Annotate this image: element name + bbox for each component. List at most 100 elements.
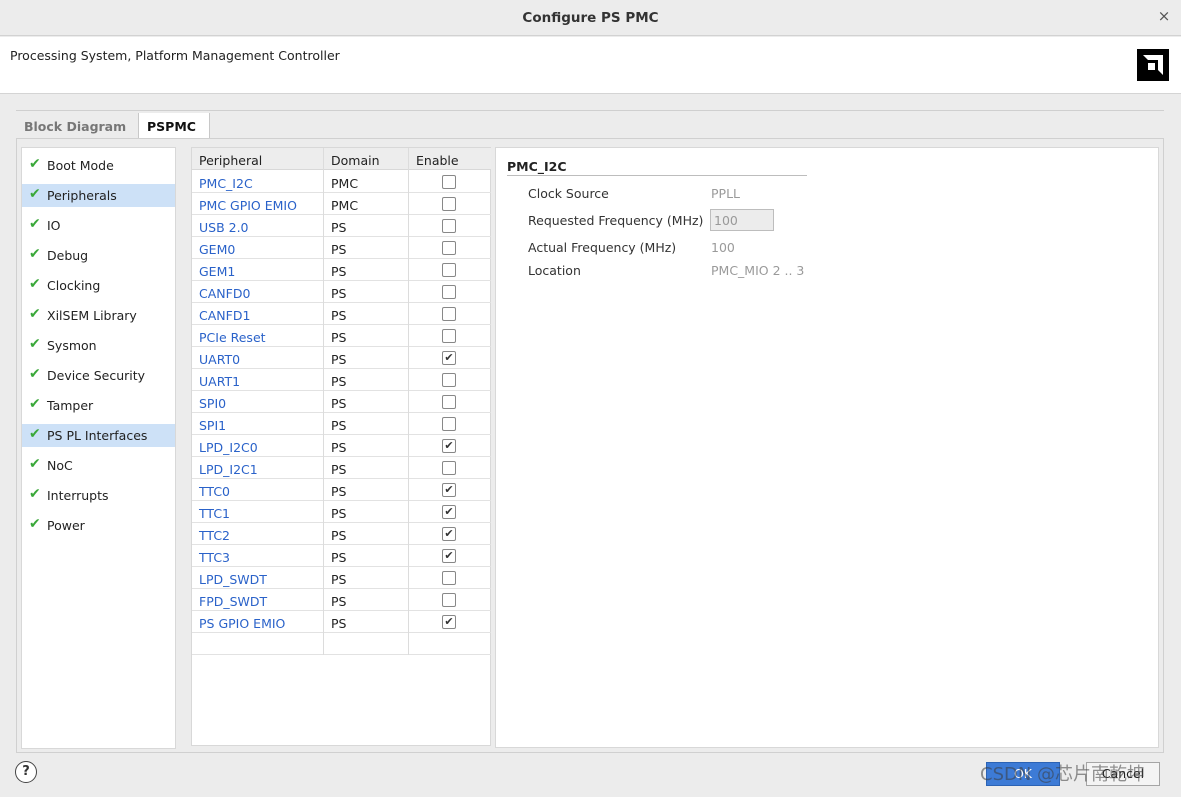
sidebar-item-clocking[interactable]: ✔ Clocking xyxy=(22,274,175,297)
table-row[interactable]: GEM0 PS xyxy=(192,237,491,259)
sidebar-item-debug[interactable]: ✔ Debug xyxy=(22,244,175,267)
sidebar-item-peripherals[interactable]: ✔ Peripherals xyxy=(22,184,175,207)
enable-checkbox[interactable] xyxy=(442,197,456,211)
peripheral-name[interactable]: LPD_I2C1 xyxy=(199,462,258,477)
domain-value: PS xyxy=(331,330,347,345)
enable-checkbox[interactable] xyxy=(442,417,456,431)
peripheral-name[interactable]: UART0 xyxy=(199,352,240,367)
enable-checkbox[interactable]: ✔ xyxy=(442,615,456,629)
sidebar-item-sysmon[interactable]: ✔ Sysmon xyxy=(22,334,175,357)
detail-divider xyxy=(507,175,807,176)
domain-value: PS xyxy=(331,286,347,301)
column-header-peripheral[interactable]: Peripheral xyxy=(199,153,262,168)
sidebar-item-power[interactable]: ✔ Power xyxy=(22,514,175,537)
peripheral-name[interactable]: TTC2 xyxy=(199,528,230,543)
check-icon: ✔ xyxy=(29,336,41,352)
table-row[interactable]: PMC_I2C PMC xyxy=(192,171,491,193)
table-row[interactable]: TTC2 PS ✔ xyxy=(192,523,491,545)
domain-value: PS xyxy=(331,308,347,323)
cancel-button[interactable]: Cancel xyxy=(1086,762,1160,786)
enable-checkbox[interactable]: ✔ xyxy=(442,549,456,563)
enable-checkbox[interactable]: ✔ xyxy=(442,527,456,541)
enable-checkbox[interactable] xyxy=(442,395,456,409)
table-row[interactable]: UART1 PS xyxy=(192,369,491,391)
table-row[interactable]: USB 2.0 PS xyxy=(192,215,491,237)
sidebar-item-label: NoC xyxy=(47,458,73,473)
enable-checkbox[interactable]: ✔ xyxy=(442,483,456,497)
sidebar-item-interrupts[interactable]: ✔ Interrupts xyxy=(22,484,175,507)
peripheral-name[interactable]: LPD_SWDT xyxy=(199,572,267,587)
table-row[interactable]: TTC1 PS ✔ xyxy=(192,501,491,523)
peripheral-name[interactable]: USB 2.0 xyxy=(199,220,249,235)
enable-checkbox[interactable] xyxy=(442,593,456,607)
tab-pspmc[interactable]: PSPMC xyxy=(138,113,210,140)
table-row[interactable]: LPD_I2C0 PS ✔ xyxy=(192,435,491,457)
peripheral-name[interactable]: TTC0 xyxy=(199,484,230,499)
enable-checkbox[interactable] xyxy=(442,263,456,277)
peripheral-name[interactable]: LPD_I2C0 xyxy=(199,440,258,455)
peripheral-name[interactable]: GEM0 xyxy=(199,242,235,257)
enable-checkbox[interactable] xyxy=(442,329,456,343)
sidebar-item-noc[interactable]: ✔ NoC xyxy=(22,454,175,477)
sidebar-item-label: Interrupts xyxy=(47,488,109,503)
peripheral-name[interactable]: PMC GPIO EMIO xyxy=(199,198,297,213)
sidebar-item-boot-mode[interactable]: ✔ Boot Mode xyxy=(22,154,175,177)
enable-checkbox[interactable] xyxy=(442,373,456,387)
sidebar-item-tamper[interactable]: ✔ Tamper xyxy=(22,394,175,417)
table-row[interactable]: PCIe Reset PS xyxy=(192,325,491,347)
sidebar-item-xilsem-library[interactable]: ✔ XilSEM Library xyxy=(22,304,175,327)
table-row[interactable]: UART0 PS ✔ xyxy=(192,347,491,369)
enable-checkbox[interactable] xyxy=(442,307,456,321)
table-row[interactable]: PMC GPIO EMIO PMC xyxy=(192,193,491,215)
peripheral-name[interactable]: CANFD1 xyxy=(199,308,250,323)
table-row[interactable]: LPD_I2C1 PS xyxy=(192,457,491,479)
sidebar-item-io[interactable]: ✔ IO xyxy=(22,214,175,237)
column-header-enable[interactable]: Enable xyxy=(416,153,459,168)
peripheral-name[interactable]: CANFD0 xyxy=(199,286,250,301)
peripheral-name[interactable]: TTC1 xyxy=(199,506,230,521)
peripheral-name[interactable]: GEM1 xyxy=(199,264,235,279)
table-row[interactable]: TTC0 PS ✔ xyxy=(192,479,491,501)
peripheral-name[interactable]: SPI0 xyxy=(199,396,226,411)
table-row[interactable]: SPI1 PS xyxy=(192,413,491,435)
ok-button[interactable]: OK xyxy=(986,762,1060,786)
sidebar-nav: ✔ Boot Mode ✔ Peripherals ✔ IO ✔ Debug ✔ Clocking… xyxy=(21,147,176,749)
table-row[interactable]: CANFD0 PS xyxy=(192,281,491,303)
help-icon[interactable]: ? xyxy=(15,761,37,783)
peripheral-name[interactable]: PMC_I2C xyxy=(199,176,253,191)
table-row[interactable]: TTC3 PS ✔ xyxy=(192,545,491,567)
enable-checkbox[interactable]: ✔ xyxy=(442,505,456,519)
sidebar-item-label: Tamper xyxy=(47,398,94,413)
table-row[interactable]: CANFD1 PS xyxy=(192,303,491,325)
enable-checkbox[interactable]: ✔ xyxy=(442,439,456,453)
requested-frequency-input[interactable]: 100 xyxy=(710,209,774,231)
table-row[interactable]: LPD_SWDT PS xyxy=(192,567,491,589)
peripheral-name[interactable]: PS GPIO EMIO xyxy=(199,616,285,631)
peripheral-name[interactable]: TTC3 xyxy=(199,550,230,565)
check-icon: ✔ xyxy=(29,456,41,472)
enable-checkbox[interactable] xyxy=(442,175,456,189)
enable-checkbox[interactable] xyxy=(442,219,456,233)
domain-value: PS xyxy=(331,550,347,565)
sidebar-item-label: Clocking xyxy=(47,278,101,293)
tab-block-diagram[interactable]: Block Diagram xyxy=(16,113,140,140)
table-row[interactable]: SPI0 PS xyxy=(192,391,491,413)
enable-checkbox[interactable] xyxy=(442,461,456,475)
sidebar-item-device-security[interactable]: ✔ Device Security xyxy=(22,364,175,387)
sidebar-item-ps-pl-interfaces[interactable]: ✔ PS PL Interfaces xyxy=(22,424,175,447)
table-row[interactable]: GEM1 PS xyxy=(192,259,491,281)
peripheral-name[interactable]: UART1 xyxy=(199,374,240,389)
enable-checkbox[interactable] xyxy=(442,241,456,255)
enable-checkbox[interactable]: ✔ xyxy=(442,351,456,365)
enable-checkbox[interactable] xyxy=(442,285,456,299)
peripheral-name[interactable]: SPI1 xyxy=(199,418,226,433)
table-row[interactable]: FPD_SWDT PS xyxy=(192,589,491,611)
peripheral-name[interactable]: PCIe Reset xyxy=(199,330,266,345)
column-header-domain[interactable]: Domain xyxy=(331,153,380,168)
enable-checkbox[interactable] xyxy=(442,571,456,585)
peripheral-table: Peripheral Domain Enable PMC_I2C PMC PMC G… xyxy=(191,147,491,746)
close-icon[interactable]: × xyxy=(1155,7,1173,25)
peripheral-name[interactable]: FPD_SWDT xyxy=(199,594,267,609)
table-row[interactable]: PS GPIO EMIO PS ✔ xyxy=(192,611,491,633)
domain-value: PS xyxy=(331,242,347,257)
